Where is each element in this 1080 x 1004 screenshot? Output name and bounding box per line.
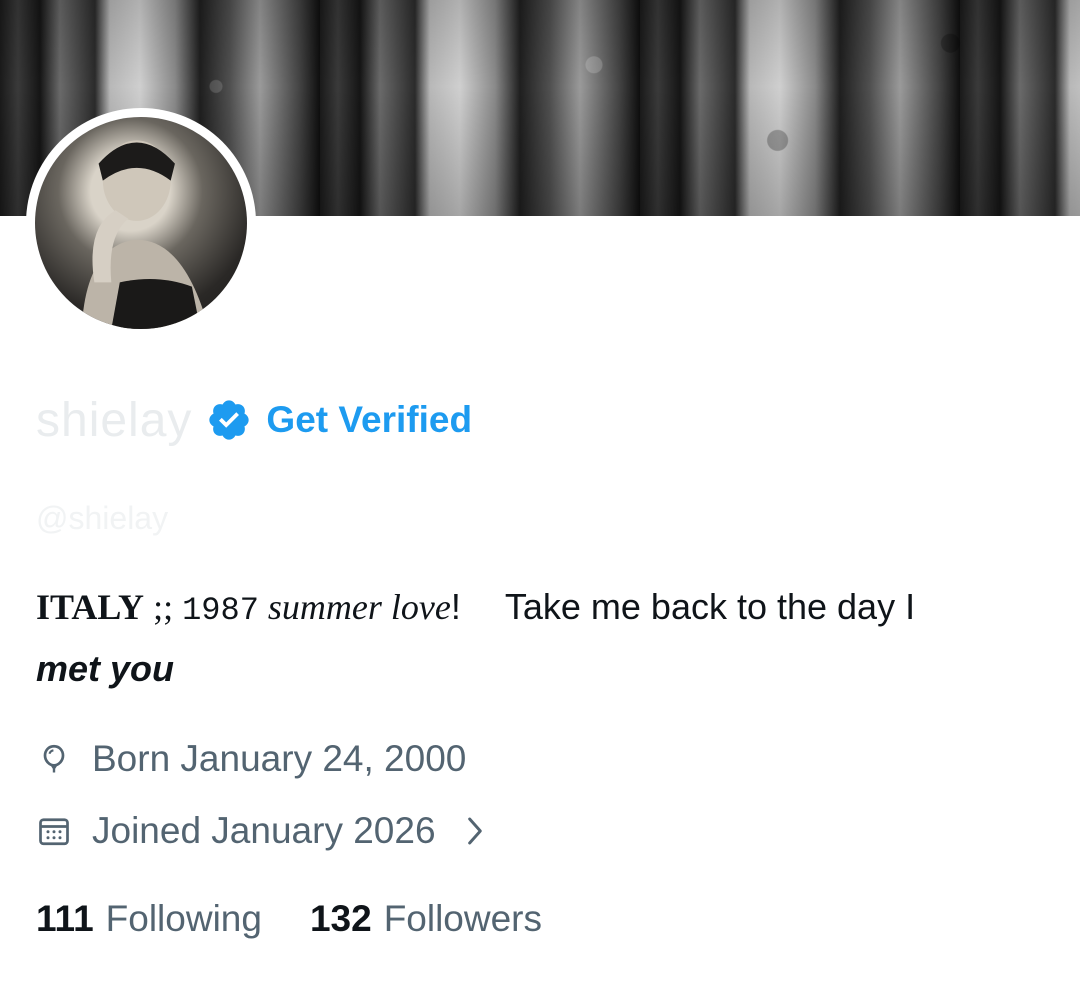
display-name: shielay <box>36 393 193 447</box>
birthday-text: Born January 24, 2000 <box>92 738 467 779</box>
bio-year-text: 1987 <box>182 592 259 629</box>
follow-stats: 111 Following 132 Followers <box>36 898 542 940</box>
avatar-portrait-icon <box>81 140 209 329</box>
avatar-photo <box>35 117 247 329</box>
followers-link[interactable]: 132 Followers <box>310 898 542 940</box>
get-verified-link[interactable]: Get Verified <box>266 399 472 441</box>
chevron-right-icon[interactable] <box>464 815 486 847</box>
bio-semicolons-text: ;; <box>144 587 183 627</box>
joined-text: Joined January 2026 <box>92 810 436 851</box>
username-handle: @shielay <box>36 500 169 536</box>
name-row: shielay Get Verified <box>36 390 472 450</box>
avatar[interactable] <box>26 108 256 338</box>
followers-count: 132 <box>309 898 372 939</box>
joined-row[interactable]: Joined January 2026 <box>36 810 486 852</box>
bio-italy-text: ITALY <box>36 587 145 627</box>
calendar-icon <box>39 818 69 846</box>
following-label: Following <box>105 898 262 939</box>
followers-label: Followers <box>383 898 543 939</box>
following-count: 111 <box>36 898 94 939</box>
bio-exclaim-text: ! <box>450 586 461 627</box>
balloon-icon <box>43 744 65 773</box>
birthday-row: Born January 24, 2000 <box>36 738 466 780</box>
bio-met-you-text: met you <box>36 648 175 689</box>
bio-summer-love-text: summer love <box>258 587 451 627</box>
verified-badge-icon[interactable] <box>206 397 252 443</box>
bio-line-1: ITALY ;; 1987 summer love! Take me back t… <box>36 586 915 629</box>
bio-take-me-back-text: Take me back to the day I <box>504 586 916 627</box>
following-link[interactable]: 111 Following <box>36 898 262 940</box>
